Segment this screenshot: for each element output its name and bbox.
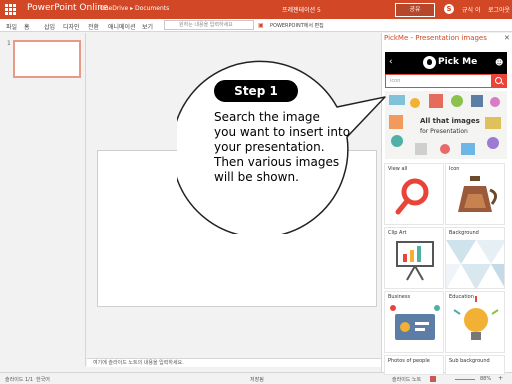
callout-line: your presentation.	[214, 140, 325, 154]
normal-view-icon[interactable]	[430, 376, 436, 382]
back-icon[interactable]: ‹	[389, 57, 393, 67]
ribbon-tabs: 파일 홈 삽입 디자인 전환 애니메이션 보기 ✦ 원하는 내용을 입력하세요 …	[0, 19, 512, 32]
tell-me-input[interactable]: 원하는 내용을 입력하세요	[164, 20, 254, 30]
user-name[interactable]: 규식 이	[462, 5, 480, 14]
slide-count: 슬라이드 1/1	[5, 377, 34, 383]
notes-toggle[interactable]: 슬라이드 노트	[392, 376, 421, 383]
language[interactable]: 한국어	[36, 376, 50, 383]
presentation-board-icon	[396, 241, 434, 281]
tab-home[interactable]: 홈	[24, 22, 30, 31]
tab-design[interactable]: 디자인	[63, 22, 80, 31]
powerpoint-icon: ▣	[258, 22, 264, 29]
tab-insert[interactable]: 삽입	[44, 22, 55, 31]
search-box[interactable]: icon	[385, 74, 507, 88]
category-sub-background[interactable]: Sub background	[445, 355, 505, 375]
pickme-logo-icon	[423, 56, 436, 69]
slide-number: 1	[7, 40, 11, 47]
search-input[interactable]: icon	[390, 78, 400, 84]
coffee-pot-icon	[458, 176, 497, 212]
save-status: 저장됨	[250, 377, 264, 383]
promo-banner[interactable]: All that images for Presentation	[385, 91, 507, 159]
callout-line: will be shown.	[214, 170, 299, 184]
category-label: Icon	[449, 166, 460, 172]
category-photos-of-people[interactable]: Photos of people	[384, 355, 444, 375]
pickme-brand: Pick Me	[438, 57, 478, 67]
category-education[interactable]: Education	[445, 291, 505, 353]
user-icon[interactable]: ☻	[495, 58, 503, 67]
callout-line: you want to insert into	[214, 125, 351, 139]
pane-title: PickMe - Presentation images	[384, 34, 487, 42]
category-clip-art[interactable]: Clip Art	[384, 227, 444, 289]
category-label: Business	[388, 294, 411, 300]
close-icon[interactable]: ✕	[504, 34, 510, 42]
app-name[interactable]: PowerPoint Online	[27, 3, 108, 13]
pickme-header: ‹ Pick Me ☻	[385, 52, 507, 74]
business-icon	[390, 305, 440, 340]
callout-line: Then various images	[214, 155, 340, 169]
category-label: View all	[388, 166, 408, 172]
signout-link[interactable]: 로그아웃	[488, 5, 510, 14]
tab-transitions[interactable]: 전환	[88, 22, 99, 31]
zoom-slider[interactable]	[455, 379, 475, 380]
tab-view[interactable]: 보기	[142, 22, 153, 31]
powerpoint-window: PowerPoint Online OneDrive ▸ Documents 프…	[0, 0, 512, 384]
category-background[interactable]: Background	[445, 227, 505, 289]
step-badge: Step 1	[214, 80, 298, 102]
tab-file[interactable]: 파일	[6, 22, 17, 31]
skype-icon[interactable]: S	[444, 4, 454, 14]
slide-thumbnail[interactable]	[13, 40, 81, 78]
category-view-all[interactable]: View all	[384, 163, 444, 225]
share-button[interactable]: 공유	[395, 3, 435, 17]
app-launcher-icon[interactable]	[5, 4, 16, 15]
notes-input[interactable]: 여기에 슬라이드 노트의 내용을 입력하세요.	[87, 358, 381, 367]
banner-title: All that images	[420, 117, 480, 125]
banner-illustration	[389, 94, 501, 155]
share-label: 공유	[409, 6, 421, 13]
category-business[interactable]: Business	[384, 291, 444, 353]
slide-thumbnail-rail: 1	[0, 33, 86, 366]
category-label: Clip Art	[388, 230, 407, 236]
zoom-level[interactable]: 88%	[480, 376, 491, 382]
callout-text: Search the image you want to insert into…	[214, 110, 364, 185]
search-button[interactable]	[491, 75, 507, 87]
title-bar: PowerPoint Online OneDrive ▸ Documents 프…	[0, 0, 512, 19]
category-label: Background	[449, 230, 479, 236]
open-in-app-button[interactable]: POWERPOINT에서 편집	[270, 22, 324, 29]
lightbulb-icon	[453, 296, 499, 340]
category-label: Sub background	[449, 358, 490, 364]
banner-subtitle: for Presentation	[420, 128, 468, 135]
tab-animations[interactable]: 애니메이션	[108, 22, 136, 31]
category-label: Education	[449, 294, 474, 300]
breadcrumb[interactable]: OneDrive ▸ Documents	[100, 5, 169, 12]
callout-line: Search the image	[214, 110, 320, 124]
addin-pane: PickMe - Presentation images ✕ ‹ Pick Me…	[381, 33, 512, 375]
category-label: Photos of people	[388, 358, 430, 364]
polygon-background-icon	[446, 240, 504, 288]
document-title[interactable]: 프레젠테이션 5	[282, 5, 321, 14]
zoom-in-icon[interactable]: +	[498, 375, 503, 382]
category-icon[interactable]: Icon	[445, 163, 505, 225]
magnifier-icon	[395, 178, 429, 215]
